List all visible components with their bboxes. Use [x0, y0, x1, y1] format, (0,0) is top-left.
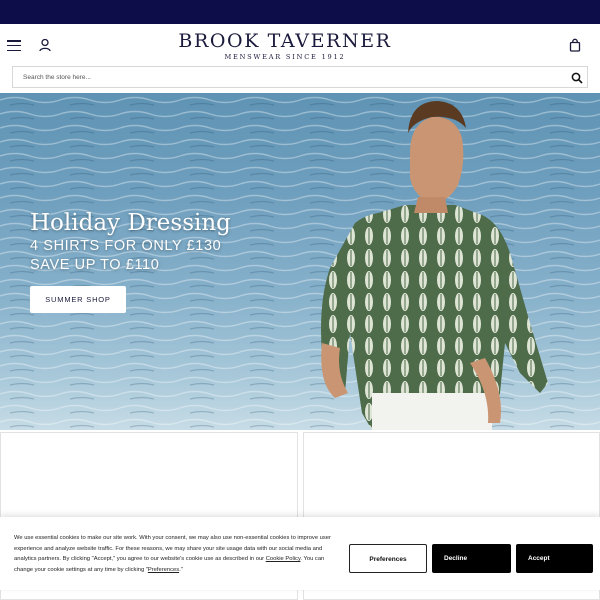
hero-banner[interactable]: Holiday Dressing 4 SHIRTS FOR ONLY £130 … [0, 93, 600, 430]
preferences-link[interactable]: Preferences [148, 567, 179, 573]
search-bar [12, 66, 588, 88]
search-input[interactable] [13, 67, 563, 87]
cookie-consent-banner: We use essential cookies to make our sit… [0, 517, 600, 590]
shopping-bag-icon[interactable] [568, 38, 582, 52]
user-icon[interactable] [38, 38, 52, 52]
decline-button[interactable]: Decline [432, 544, 511, 573]
hero-text-block: Holiday Dressing 4 SHIRTS FOR ONLY £130 … [30, 209, 231, 275]
hamburger-menu-icon[interactable] [7, 40, 21, 52]
hero-offer-line-2: SAVE UP TO £110 [30, 257, 160, 273]
cookie-policy-link[interactable]: Cookie Policy [266, 556, 301, 562]
site-header: BROOK TAVERNER MENSWEAR SINCE 1912 [0, 24, 600, 66]
hero-title: Holiday Dressing [30, 210, 231, 236]
accept-button[interactable]: Accept [516, 544, 593, 573]
search-icon[interactable] [571, 71, 583, 84]
summer-shop-button[interactable]: SUMMER SHOP [30, 286, 126, 313]
preferences-button[interactable]: Preferences [349, 544, 427, 573]
brand-name: BROOK TAVERNER [178, 30, 392, 52]
brand-logo[interactable]: BROOK TAVERNER MENSWEAR SINCE 1912 [150, 30, 420, 61]
cookie-text-end: ." [179, 566, 183, 573]
cookie-consent-text: We use essential cookies to make our sit… [14, 533, 340, 575]
top-announcement-bar [0, 0, 600, 24]
hero-offer-line-1: 4 SHIRTS FOR ONLY £130 [30, 238, 222, 254]
brand-tagline: MENSWEAR SINCE 1912 [224, 53, 346, 61]
